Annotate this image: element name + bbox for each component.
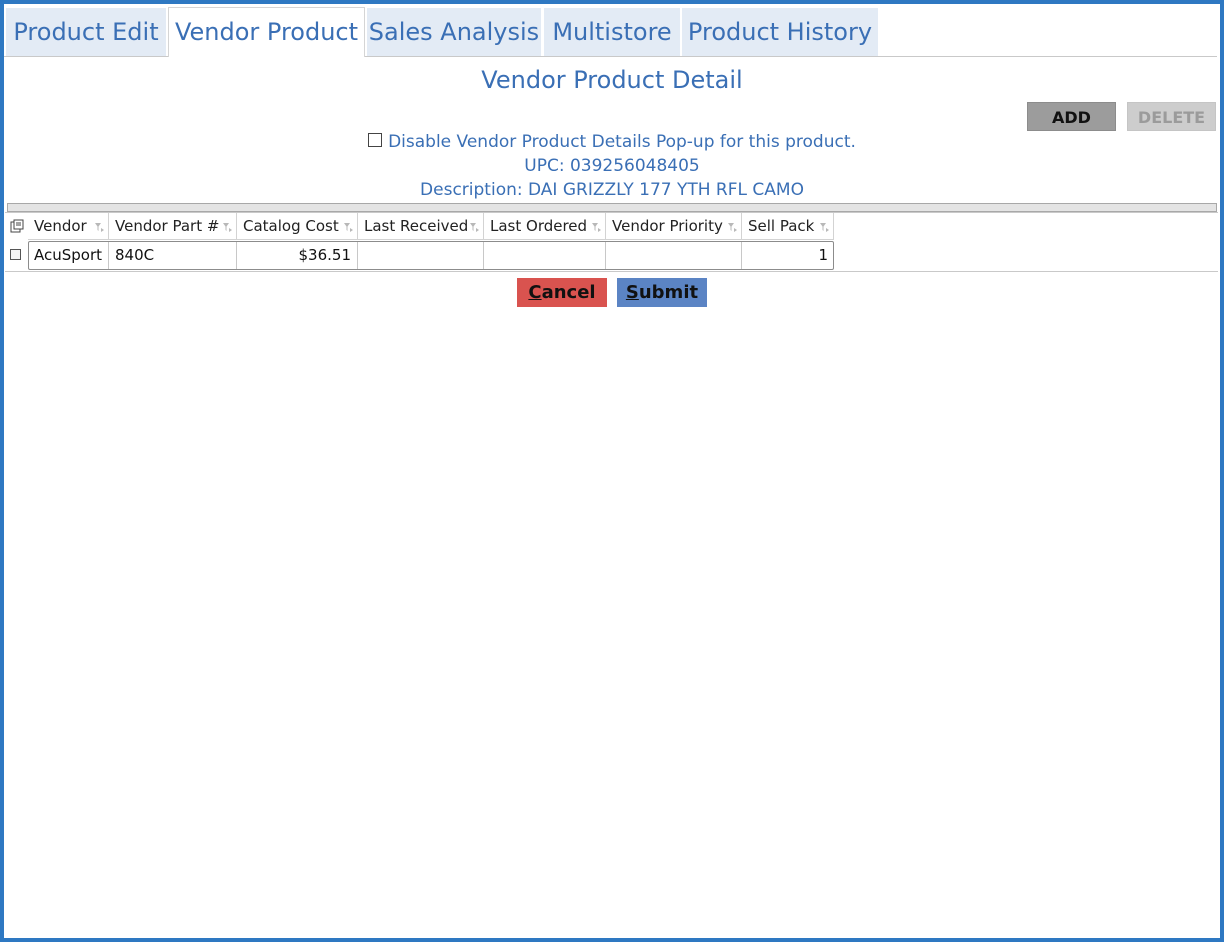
cell-catalog-cost[interactable]: $36.51 (237, 242, 358, 269)
column-label: Last Received (364, 217, 469, 235)
tab-vendor-product[interactable]: Vendor Product (168, 7, 365, 57)
column-label: Vendor (34, 217, 87, 235)
column-header-catalog-cost[interactable]: Catalog Cost (237, 213, 358, 240)
column-header-vendor[interactable]: Vendor (28, 213, 109, 240)
filter-icon[interactable] (344, 223, 353, 232)
cell-vendor-priority[interactable] (606, 242, 742, 269)
submit-label: ubmit (638, 282, 699, 303)
row-select-checkbox[interactable] (10, 249, 21, 260)
tab-product-history[interactable]: Product History (682, 8, 878, 56)
tab-multistore[interactable]: Multistore (544, 8, 680, 56)
horizontal-scrollbar[interactable] (7, 203, 1217, 212)
cell-last-ordered[interactable] (484, 242, 606, 269)
cell-vendor[interactable]: AcuSport (28, 242, 109, 269)
submit-accesskey: S (625, 282, 639, 303)
tab-sales-analysis[interactable]: Sales Analysis (367, 8, 541, 56)
column-header-sell-pack[interactable]: Sell Pack (742, 213, 834, 240)
column-header-vendor-part[interactable]: Vendor Part # (109, 213, 237, 240)
filter-icon[interactable] (820, 223, 829, 232)
column-label: Vendor Part # (115, 217, 220, 235)
upc-text: UPC: 039256048405 (524, 156, 700, 176)
column-header-last-ordered[interactable]: Last Ordered (484, 213, 606, 240)
page-title: Vendor Product Detail (481, 66, 743, 94)
popup-option: Disable Vendor Product Details Pop-up fo… (0, 132, 1224, 152)
grid-bottom-border (5, 271, 1218, 272)
column-chooser-icon[interactable] (10, 219, 24, 233)
cell-sell-pack[interactable]: 1 (742, 242, 834, 269)
cell-vendor-part[interactable]: 840C (109, 242, 237, 269)
cancel-button[interactable]: Cancel (517, 278, 607, 307)
disable-popup-checkbox[interactable] (368, 133, 383, 147)
tab-product-edit[interactable]: Product Edit (6, 8, 166, 56)
column-header-last-received[interactable]: Last Received (358, 213, 484, 240)
filter-icon[interactable] (470, 223, 479, 232)
filter-icon[interactable] (728, 223, 737, 232)
cancel-label: ancel (541, 282, 596, 303)
column-label: Vendor Priority (612, 217, 723, 235)
column-label: Last Ordered (490, 217, 588, 235)
filter-icon[interactable] (592, 223, 601, 232)
filter-icon[interactable] (95, 223, 104, 232)
description-text: Description: DAI GRIZZLY 177 YTH RFL CAM… (420, 180, 804, 200)
cell-last-received[interactable] (358, 242, 484, 269)
cancel-accesskey: C (528, 282, 542, 303)
column-label: Catalog Cost (243, 217, 339, 235)
disable-popup-label: Disable Vendor Product Details Pop-up fo… (388, 132, 856, 152)
delete-button[interactable]: DELETE (1127, 102, 1216, 131)
column-header-vendor-priority[interactable]: Vendor Priority (606, 213, 742, 240)
submit-button[interactable]: Submit (617, 278, 707, 307)
column-label: Sell Pack (748, 217, 815, 235)
add-button[interactable]: ADD (1027, 102, 1116, 131)
tab-bar: Product Edit Vendor Product Sales Analys… (4, 4, 1217, 57)
filter-icon[interactable] (223, 223, 232, 232)
